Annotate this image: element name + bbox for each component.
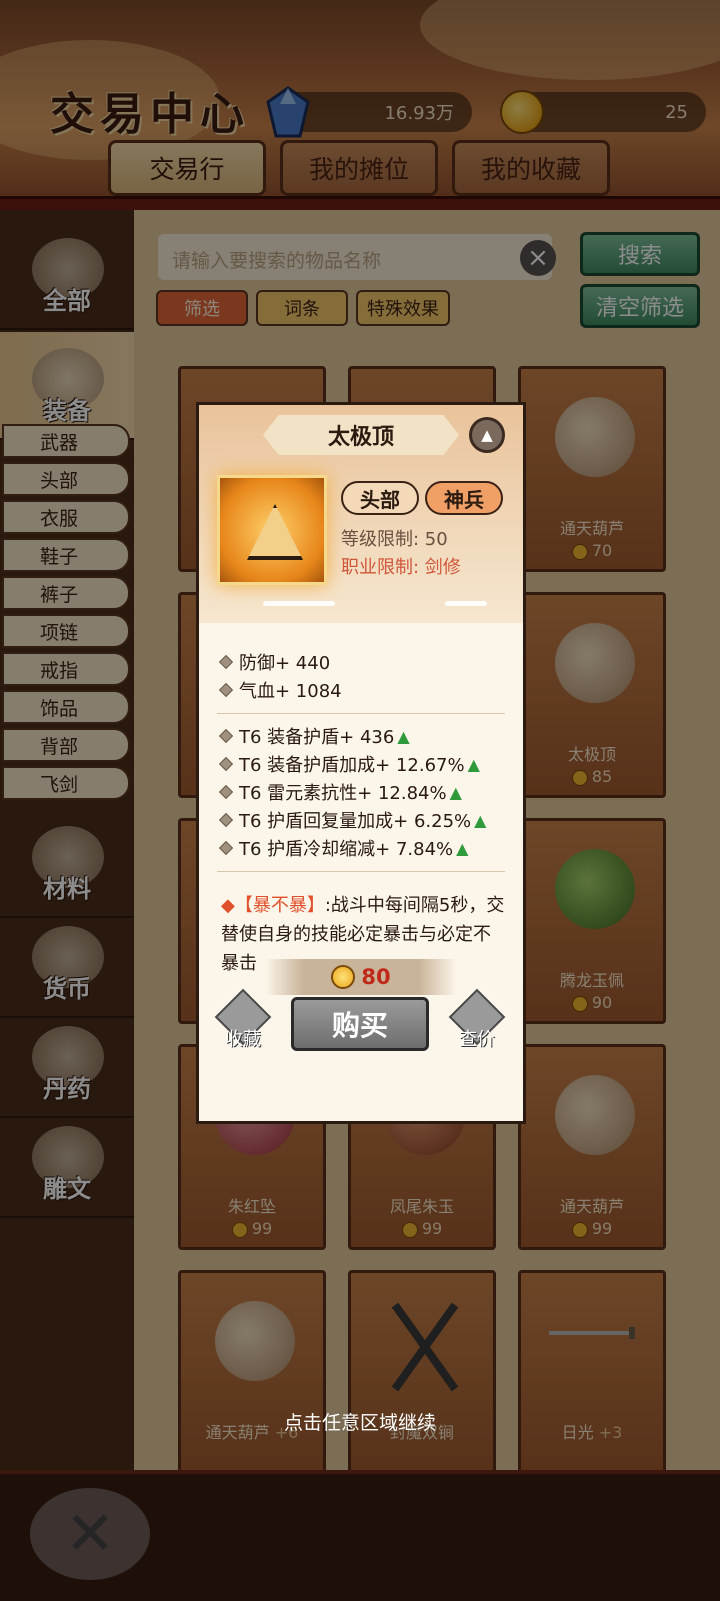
up-arrow-icon: ▲ — [397, 726, 410, 746]
special-effect-name: 【暴不暴】 — [234, 895, 325, 916]
check-price-button[interactable]: 查价 — [447, 988, 507, 1051]
favorite-button[interactable]: 收藏 — [213, 988, 273, 1051]
base-stat: 气血+ 1084 — [218, 677, 342, 703]
stat-text: 气血+ 1084 — [239, 681, 342, 702]
stat-text: T6 雷元素抗性+ 12.84% — [239, 783, 447, 804]
stat-text: T6 装备护盾加成+ 12.67% — [239, 755, 465, 776]
divider — [217, 871, 505, 872]
buy-button[interactable]: 购买 — [291, 997, 429, 1051]
diamond-icon — [218, 784, 234, 800]
price-band: 80 — [265, 959, 457, 995]
base-stat: 防御+ 440 — [218, 649, 331, 675]
item-image — [217, 475, 327, 585]
special-marker: ◆ — [221, 895, 235, 916]
up-arrow-icon: ▲ — [449, 782, 462, 802]
divider — [217, 713, 505, 714]
class-requirement: 职业限制: 剑修 — [341, 557, 461, 578]
rarity-tag: 神兵 — [425, 481, 503, 515]
affix-stat: T6 护盾冷却缩减+ 7.84% ▲ — [218, 835, 469, 861]
diamond-icon — [218, 682, 234, 698]
favorite-label: 收藏 — [225, 1029, 261, 1050]
affix-stat: T6 装备护盾加成+ 12.67% ▲ — [218, 751, 480, 777]
continue-hint: 点击任意区域继续 — [283, 1412, 436, 1434]
scroll-indicator — [445, 601, 487, 606]
item-detail-popup: 太极顶 ▲ 头部 神兵 等级限制: 50 职业限制: 剑修 防御+ 440 气血… — [196, 402, 526, 1124]
popup-title: 太极顶 — [263, 415, 459, 455]
check-price-label: 查价 — [459, 1029, 495, 1050]
stat-text: T6 护盾冷却缩减+ 7.84% — [239, 839, 454, 860]
diamond-icon — [218, 812, 234, 828]
diamond-icon — [218, 728, 234, 744]
level-requirement: 等级限制: 50 — [341, 529, 448, 550]
item-price: 80 — [361, 965, 391, 989]
stat-text: 防御+ 440 — [239, 653, 331, 674]
stat-text: T6 装备护盾+ 436 — [239, 727, 395, 748]
up-arrow-icon: ▲ — [474, 810, 487, 830]
diamond-icon — [218, 756, 234, 772]
diamond-icon — [218, 840, 234, 856]
slot-tag: 头部 — [341, 481, 419, 515]
collapse-icon[interactable]: ▲ — [469, 417, 505, 453]
affix-stat: T6 装备护盾+ 436 ▲ — [218, 723, 410, 749]
coin-icon — [331, 965, 356, 989]
stat-text: T6 护盾回复量加成+ 6.25% — [239, 811, 472, 832]
affix-stat: T6 雷元素抗性+ 12.84% ▲ — [218, 779, 462, 805]
up-arrow-icon: ▲ — [456, 838, 469, 858]
taiji-hat-icon — [247, 504, 303, 560]
scroll-indicator — [263, 601, 335, 606]
diamond-icon — [218, 654, 234, 670]
up-arrow-icon: ▲ — [467, 754, 480, 774]
affix-stat: T6 护盾回复量加成+ 6.25% ▲ — [218, 807, 487, 833]
